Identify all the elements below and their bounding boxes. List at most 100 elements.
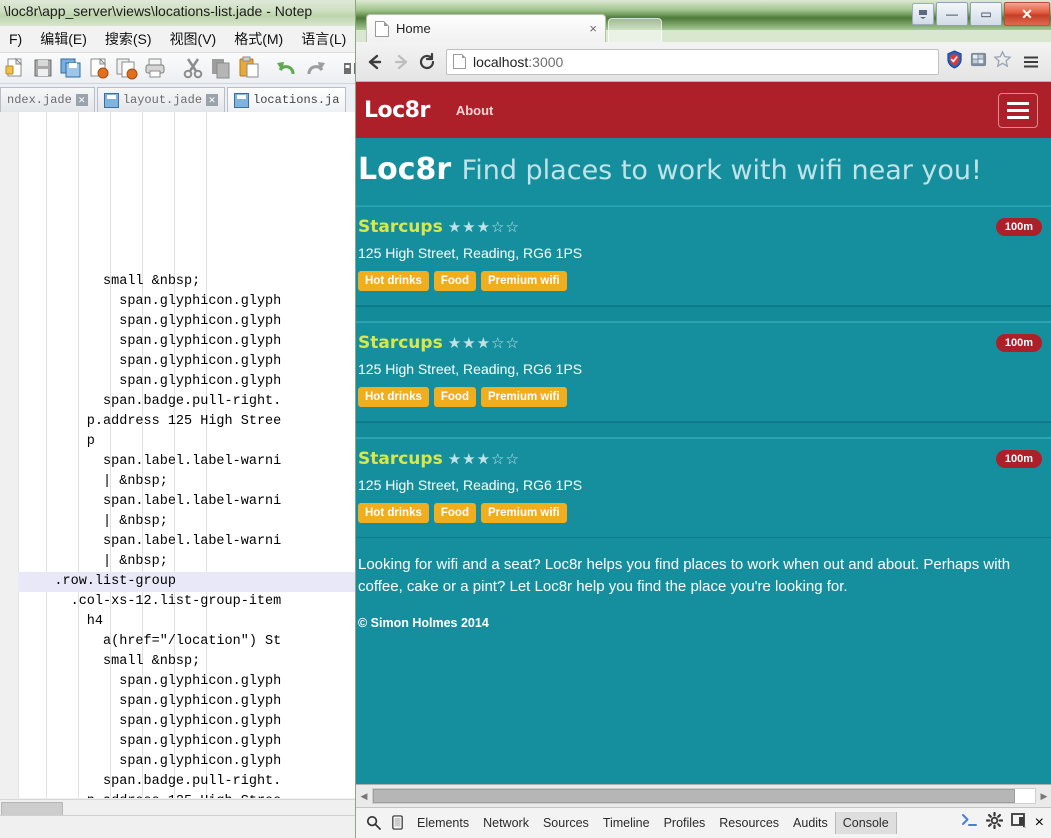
code-line: span.glyphicon.glyph (22, 374, 282, 389)
minimize-icon: — (946, 7, 958, 21)
code-line: span.badge.pull-right. (22, 394, 282, 409)
save-icon[interactable] (30, 55, 56, 81)
file-icon (103, 92, 119, 108)
scroll-right-icon[interactable]: ▶ (1036, 791, 1051, 802)
close-icon[interactable]: ✕ (75, 94, 88, 106)
dock-position-icon[interactable] (1010, 812, 1027, 833)
gear-icon[interactable] (985, 811, 1003, 834)
location-name-link[interactable]: Starcups (358, 217, 443, 237)
minimize-button[interactable]: — (936, 2, 968, 26)
console-drawer-icon[interactable] (960, 812, 978, 833)
print-icon[interactable] (142, 55, 168, 81)
editor-menu-bar[interactable]: F) 编辑(E) 搜索(S) 视图(V) 格式(M) 语言(L) 讠 (0, 26, 360, 53)
location-address: 125 High Street, Reading, RG6 1PS (358, 361, 583, 377)
browser-tab-home[interactable]: Home × (366, 14, 606, 42)
extension-icon[interactable] (970, 51, 987, 73)
code-text[interactable]: small &nbsp; span.glyphicon.glyph span.g… (18, 112, 360, 798)
devtools-right-icons[interactable]: × (960, 811, 1046, 834)
new-file-icon[interactable] (2, 55, 28, 81)
editor-horizontal-scrollbar[interactable] (0, 799, 360, 816)
redo-icon[interactable] (302, 55, 328, 81)
nav-link-about[interactable]: About (456, 103, 494, 118)
close-file-icon[interactable] (86, 55, 112, 81)
close-icon[interactable]: ✕ (206, 94, 219, 106)
devtools-tab-profiles[interactable]: Profiles (657, 812, 713, 834)
editor-toolbar[interactable]: bc (0, 53, 360, 84)
editor-tab-locations[interactable]: locations.ja (227, 87, 347, 112)
url-host: localhost (473, 53, 529, 70)
editor-tab-label: layout.jade (122, 93, 203, 107)
site-brand[interactable]: Loc8r (364, 98, 430, 123)
maximize-icon: ▭ (980, 7, 992, 21)
code-editor-area[interactable]: small &nbsp; span.glyphicon.glyph span.g… (0, 112, 360, 798)
copy-icon[interactable] (208, 55, 234, 81)
chrome-menu-button[interactable] (1018, 49, 1044, 75)
devtools-horizontal-scrollbar[interactable]: ◀ ▶ (356, 785, 1051, 808)
code-line: | &nbsp; (22, 554, 168, 569)
editor-tab-bar[interactable]: ndex.jade ✕ layout.jade ✕ locations.ja (0, 84, 360, 113)
back-button[interactable] (362, 49, 388, 75)
save-all-icon[interactable] (58, 55, 84, 81)
location-address: 125 High Street, Reading, RG6 1PS (358, 245, 583, 261)
close-all-files-icon[interactable] (114, 55, 140, 81)
devtools-tab-group[interactable]: Elements Network Sources Timeline Profiles Re… (410, 811, 897, 834)
devtools-tab-audits[interactable]: Audits (786, 812, 835, 834)
list-item[interactable]: Starcups ★★★☆☆ 100m 125 High Street, Readin… (356, 438, 1051, 538)
location-name-link[interactable]: Starcups (358, 449, 443, 469)
code-line: span.label.label-warni (22, 534, 282, 549)
menu-item-format[interactable]: 格式(M) (225, 29, 292, 49)
menu-item-file[interactable]: F) (0, 31, 31, 47)
site-navbar: Loc8r About (356, 82, 1051, 138)
scrollbar-thumb[interactable] (373, 789, 1016, 803)
bookmark-star-icon[interactable] (993, 49, 1012, 74)
hamburger-menu-icon[interactable] (998, 93, 1038, 128)
menu-item-search[interactable]: 搜索(S) (96, 29, 161, 49)
menu-item-view[interactable]: 视图(V) (161, 29, 226, 49)
location-name-link[interactable]: Starcups (358, 333, 443, 353)
distance-badge: 100m (995, 334, 1042, 352)
window-controls[interactable]: — ▭ ✕ (912, 2, 1050, 26)
device-mode-icon[interactable] (386, 812, 408, 834)
new-tab-button[interactable] (608, 18, 662, 44)
close-icon: ✕ (1021, 5, 1033, 22)
page-info-icon[interactable] (453, 54, 466, 69)
list-item[interactable]: Starcups ★★★☆☆ 100m 125 High Street, Readin… (356, 206, 1051, 306)
devtools-toolbar[interactable]: Elements Network Sources Timeline Profiles Re… (356, 808, 1051, 837)
browser-toolbar[interactable]: localhost:3000 (356, 42, 1051, 82)
scroll-left-icon[interactable]: ◀ (356, 791, 372, 802)
editor-tab-layout[interactable]: layout.jade ✕ (96, 87, 226, 112)
devtools-tab-console[interactable]: Console (834, 811, 897, 834)
menu-item-language[interactable]: 语言(L) (292, 29, 355, 49)
shield-extension-icon[interactable] (945, 49, 964, 74)
menu-item-edit[interactable]: 编辑(E) (31, 29, 96, 49)
list-item[interactable]: Starcups ★★★☆☆ 100m 125 High Street, Readin… (356, 322, 1051, 422)
location-heading: Starcups ★★★☆☆ (358, 217, 1038, 237)
rating-stars: ★★★☆☆ (447, 450, 520, 468)
editor-title: \loc8r\app_server\views\locations-list.j… (4, 3, 313, 19)
close-icon[interactable]: × (589, 21, 597, 36)
devtools-panel[interactable]: ◀ ▶ Elements Network Sources Timeline Profil… (356, 784, 1051, 838)
cut-icon[interactable] (180, 55, 206, 81)
paste-icon[interactable] (236, 55, 262, 81)
scrollbar-track[interactable] (372, 788, 1036, 804)
devtools-tab-network[interactable]: Network (476, 812, 536, 834)
scrollbar-thumb[interactable] (1, 802, 63, 816)
devtools-tab-sources[interactable]: Sources (536, 812, 596, 834)
code-line: span.label.label-warni (22, 494, 282, 509)
editor-tab-label: locations.ja (253, 93, 340, 107)
undo-icon[interactable] (274, 55, 300, 81)
address-bar[interactable]: localhost:3000 (446, 48, 939, 75)
page-viewport[interactable]: Loc8r About Loc8r Find places to work wi… (356, 82, 1051, 785)
devtools-tab-timeline[interactable]: Timeline (596, 812, 657, 834)
window-menu-dropdown-icon[interactable] (912, 3, 934, 25)
forward-button[interactable] (388, 49, 414, 75)
maximize-button[interactable]: ▭ (970, 2, 1002, 26)
reload-button[interactable] (414, 49, 440, 75)
editor-tab-index[interactable]: ndex.jade ✕ (0, 87, 95, 112)
devtools-tab-resources[interactable]: Resources (712, 812, 786, 834)
toolbar-right-icons[interactable] (945, 49, 1046, 75)
search-icon[interactable] (362, 812, 384, 834)
close-button[interactable]: ✕ (1004, 2, 1050, 26)
close-icon[interactable]: × (1035, 814, 1044, 832)
devtools-tab-elements[interactable]: Elements (410, 812, 476, 834)
